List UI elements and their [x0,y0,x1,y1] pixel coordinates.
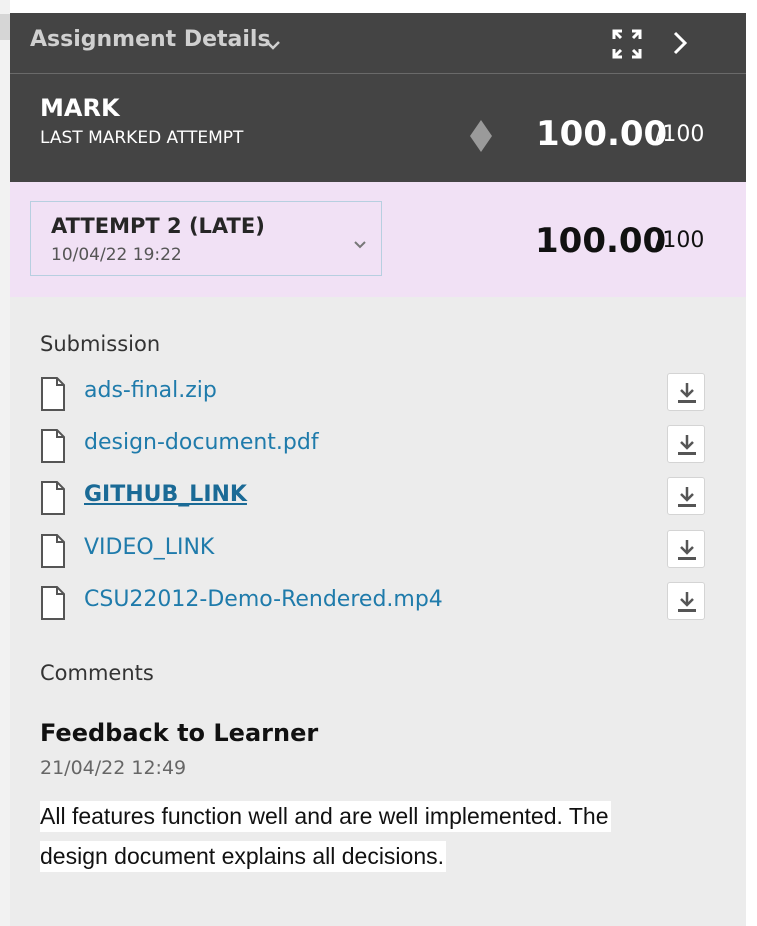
attempt-title: ATTEMPT 2 (LATE) [51,214,265,238]
file-link[interactable]: GITHUB_LINK [84,482,247,507]
file-icon [40,377,66,415]
attempt-summary: ATTEMPT 2 (LATE) 10/04/22 19:22 100.00 /… [10,182,746,297]
file-link[interactable]: VIDEO_LINK [84,535,214,560]
mark-sublabel: LAST MARKED ATTEMPT [40,128,244,148]
feedback-title: Feedback to Learner [40,719,319,747]
file-link[interactable]: CSU22012-Demo-Rendered.mp4 [84,587,443,612]
right-edge [746,0,757,926]
chevron-right-icon[interactable] [672,30,688,60]
diamond-icon [470,120,492,156]
attempt-select[interactable]: ATTEMPT 2 (LATE) 10/04/22 19:22 [30,201,382,276]
attempt-date: 10/04/22 19:22 [51,245,182,265]
download-button[interactable] [667,373,705,411]
expand-icon[interactable] [611,28,643,60]
file-row: ads-final.zip [10,373,746,417]
file-row: CSU22012-Demo-Rendered.mp4 [10,582,746,626]
feedback-text: All features function well and are well … [40,796,680,876]
feedback-line: design document explains all decisions. [40,841,447,872]
mark-label: MARK [40,94,120,122]
file-link[interactable]: design-document.pdf [84,430,319,455]
chevron-down-icon[interactable] [266,35,280,54]
left-strip [0,0,10,926]
mark-summary: MARK LAST MARKED ATTEMPT 100.00 /100 [10,74,746,182]
download-button[interactable] [667,530,705,568]
submission-label: Submission [40,332,161,356]
comments-label: Comments [40,661,154,685]
mark-out-of: /100 [655,122,705,147]
file-icon [40,586,66,624]
assignment-details-panel: Assignment Details MARK LAST MARKED ATTE… [10,13,746,926]
download-button[interactable] [667,425,705,463]
attempt-score: 100.00 [535,221,667,261]
attempt-out-of: /100 [655,228,705,253]
panel-header: Assignment Details [10,13,746,74]
file-row: GITHUB_LINK [10,477,746,521]
file-icon [40,534,66,572]
file-icon [40,481,66,519]
chevron-down-icon [353,235,367,254]
feedback-date: 21/04/22 12:49 [40,757,187,779]
download-button[interactable] [667,477,705,515]
file-icon [40,429,66,467]
mark-score: 100.00 [536,114,668,154]
feedback-line: All features function well and are well … [40,801,611,832]
file-link[interactable]: ads-final.zip [84,378,217,403]
panel-title[interactable]: Assignment Details [30,27,271,52]
download-button[interactable] [667,582,705,620]
file-row: VIDEO_LINK [10,530,746,574]
file-row: design-document.pdf [10,425,746,469]
left-strip-tab [0,14,10,40]
